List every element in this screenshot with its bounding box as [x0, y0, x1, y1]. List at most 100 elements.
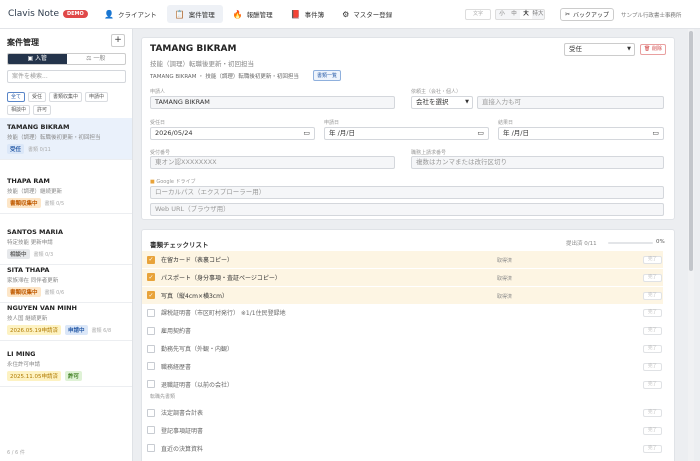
complete-button[interactable]: 完了 [643, 444, 662, 453]
status-badge: 受任 [7, 144, 25, 154]
applicant-field[interactable]: TAMANG BIKRAM [150, 96, 395, 109]
tab-general[interactable]: ⚖ 一般 [67, 54, 126, 64]
complete-button[interactable]: 完了 [643, 273, 662, 282]
breadcrumb: TAMANG BIKRAM ・ 技能（調理）転職後初更新・初回担当 [150, 74, 299, 80]
official-request-field[interactable]: 複数はカンマまたは改行区切り [411, 156, 664, 169]
company-select[interactable]: 会社を選択 ▼ [411, 96, 473, 109]
complete-button[interactable]: 完了 [643, 256, 662, 264]
complete-button[interactable]: 完了 [643, 345, 662, 353]
checklist-item[interactable]: ✓ パスポート（身分事項・査証ページコピー） [142, 268, 663, 286]
tab-immigration[interactable]: ▣ 入管 [8, 54, 67, 64]
case-search-input[interactable]: 案件を検索... [7, 70, 126, 83]
checkbox[interactable]: ✓ [147, 255, 155, 264]
chevron-down-icon: ▼ [465, 99, 469, 105]
checkbox[interactable] [147, 344, 155, 353]
checklist-item[interactable]: 登記事項証明書 [142, 422, 663, 439]
checklist-item[interactable]: 勤務先写真（外観・内観） [142, 340, 663, 357]
case-list-item[interactable]: TAMANG BIKRAM 技能（調理）転職後初更新・初回担当 受任 書類 0/11 [0, 118, 132, 160]
case-name: TAMANG BIKRAM [7, 123, 70, 131]
font-size-option[interactable]: 小 [496, 10, 508, 19]
result-date-value: 年 /月/日 [503, 129, 529, 137]
chevron-down-icon: ▼ [627, 46, 631, 52]
nav-item-0[interactable]: 👤 クライアント [96, 5, 165, 23]
complete-button[interactable]: 完了 [643, 426, 662, 435]
clipboard-icon: 📋 [174, 9, 185, 19]
font-size-option[interactable]: 大 [520, 10, 532, 19]
backup-button[interactable]: ✂ バックアップ [560, 8, 615, 21]
page-scrollbar[interactable] [688, 29, 694, 461]
case-applied-date: 2026.05.19申請済 [7, 325, 61, 335]
checklist-item[interactable]: 職務経歴書 [142, 358, 663, 375]
complete-button[interactable]: 完了 [643, 362, 662, 371]
requester-input[interactable]: 直接入力も可 [477, 96, 664, 109]
complete-button[interactable]: 完了 [643, 291, 662, 300]
nav-item-4[interactable]: ⚙ マスター登録 [334, 5, 400, 23]
complete-button[interactable]: 完了 [643, 380, 662, 389]
checkbox[interactable] [147, 362, 155, 371]
case-list-item[interactable]: THAPA RAM 技能（調理）継続更新 書類収集中 書類 0/5 [0, 172, 132, 214]
docs-list-link[interactable]: 書類一覧 [313, 70, 342, 81]
calendar-icon: ▭ [303, 129, 310, 137]
office-name: サンプル行政書士事務所 [621, 13, 682, 19]
checklist-item[interactable]: 直近の決算資料 [142, 440, 663, 457]
case-subtitle: 技能（調理）転職後更新・初回担当 [150, 60, 254, 68]
case-name: SITA THAPA [7, 266, 50, 274]
applied-date-field[interactable]: 年 /月/日 ▭ [324, 127, 489, 140]
result-date-field[interactable]: 年 /月/日 ▭ [498, 127, 664, 140]
font-size-option[interactable]: 中 [508, 10, 520, 19]
checklist-item-label: 在留カード（表裏コピー） [161, 257, 234, 264]
app-brand[interactable]: Clavis Note DEMO [8, 9, 96, 19]
case-list-item[interactable]: SANTOS MARIA 特定技能 更新申請 相談中 書類 0/3 [0, 223, 132, 265]
case-doc-count: 書類 0/6 [44, 289, 65, 296]
complete-button[interactable]: 完了 [643, 327, 662, 336]
checkbox[interactable] [147, 444, 155, 453]
book-icon: 📕 [290, 9, 301, 19]
checkbox[interactable] [147, 326, 155, 335]
checklist-item[interactable]: 課税証明書（市区町村発行） ※1/1住民登録地 [142, 304, 663, 321]
nav-item-3[interactable]: 📕 事件簿 [283, 5, 332, 23]
case-list-item[interactable]: NGUYEN VAN MINH 技人国 継続更新 2026.05.19申請済 申請中書… [0, 299, 132, 341]
status-select[interactable]: 受任 ▼ [564, 43, 635, 56]
case-list-item[interactable]: LI MING 永住許可申請 2025.11.05申請済 許可 [0, 345, 132, 387]
web-url-field[interactable]: Web URL（ブラウザ用） [150, 203, 664, 216]
filter-chip[interactable]: 受任 [28, 92, 47, 102]
filter-chip[interactable]: 全て [7, 92, 26, 102]
checkbox[interactable]: ✓ [147, 273, 155, 282]
checkbox[interactable] [147, 426, 155, 435]
checklist-item[interactable]: 退職証明書（以前の会社） [142, 376, 663, 393]
filter-chip[interactable]: 許可 [33, 105, 52, 115]
checklist-item-label: 雇用契約書 [161, 328, 192, 336]
checkbox[interactable] [147, 308, 155, 317]
complete-button[interactable]: 完了 [643, 309, 662, 318]
case-meta: 2026.05.19申請済 申請中 書類 6/8 [7, 325, 125, 335]
scrollbar-thumb[interactable] [689, 31, 693, 271]
checklist-item[interactable]: 法定調書合計表 [142, 404, 663, 421]
accepted-date-field[interactable]: 2026/05/24 ▭ [150, 127, 315, 140]
status-badge: 許可 [65, 371, 83, 381]
filter-chip[interactable]: 申請中 [85, 92, 109, 102]
case-list-item[interactable]: SITA THAPA 家族滞在 同伴者更新 書類収集中 書類 0/6 [0, 261, 132, 303]
checklist-item[interactable]: ✓ 写真（縦4cm×横3cm） [142, 286, 663, 304]
case-doc-count: 書類 6/8 [91, 327, 112, 334]
checkbox[interactable]: ✓ [147, 291, 155, 300]
font-size-option[interactable]: 特大 [532, 10, 544, 19]
case-name: SANTOS MARIA [7, 228, 64, 236]
checklist-item[interactable]: 雇用契約書 [142, 322, 663, 339]
case-meta: 相談中 書類 0/3 [7, 249, 125, 259]
complete-button[interactable]: 完了 [643, 409, 662, 417]
filter-chip[interactable]: 書類収集中 [49, 92, 83, 102]
delete-button[interactable]: 🗑 削除 [640, 44, 666, 55]
local-path-field[interactable]: ローカルパス（エクスプローラー用） [150, 186, 664, 199]
status-select-value: 受任 [569, 45, 582, 53]
checklist-section-label: 転職先書類 [150, 394, 176, 400]
add-case-button[interactable]: + [111, 34, 125, 47]
case-doc-count: 書類 0/11 [28, 146, 51, 153]
google-drive-text: Google ドライブ [156, 179, 196, 185]
nav-item-2[interactable]: 🔥 報酬管理 [225, 5, 281, 23]
receipt-number-field[interactable]: 東オン認XXXXXXXX [150, 156, 395, 169]
filter-chip[interactable]: 相談中 [7, 105, 31, 115]
checkbox[interactable] [147, 380, 155, 389]
checkbox[interactable] [147, 408, 155, 417]
checklist-item[interactable]: ✓ 在留カード（表裏コピー） [142, 251, 663, 268]
nav-item-1[interactable]: 📋 案件管理 [166, 5, 223, 23]
